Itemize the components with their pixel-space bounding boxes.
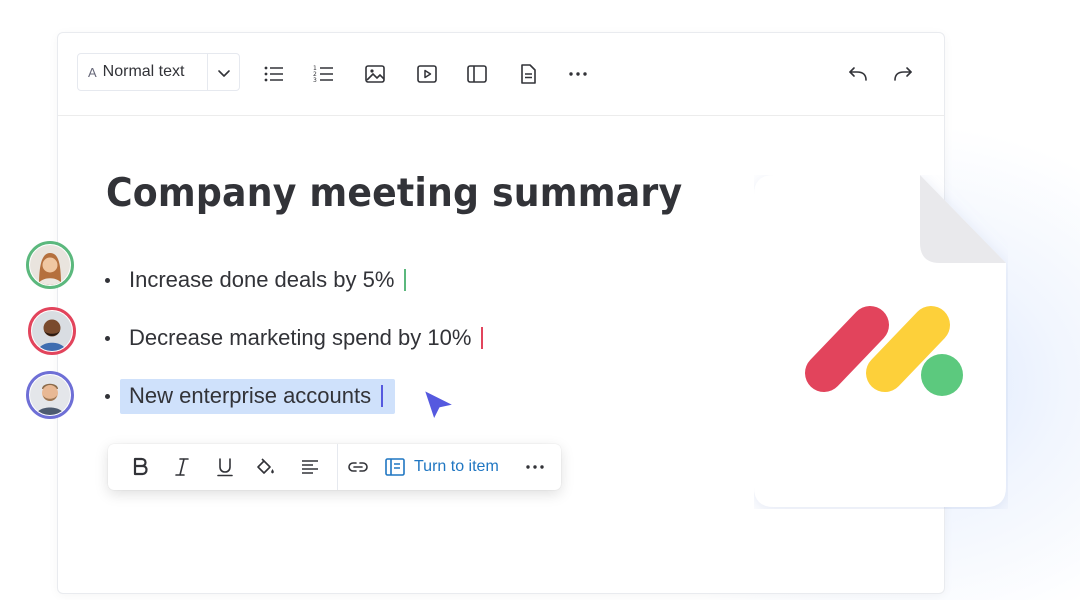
- collaborator-cursor: [481, 327, 484, 349]
- text-style-icon: A: [88, 64, 97, 80]
- numbered-list-icon[interactable]: 123: [312, 62, 336, 86]
- underline-icon[interactable]: [213, 455, 237, 479]
- list-item[interactable]: New enterprise accounts: [105, 376, 396, 416]
- avatar[interactable]: [26, 241, 74, 289]
- more-icon[interactable]: [566, 62, 590, 86]
- bold-icon[interactable]: [128, 455, 152, 479]
- bulleted-list-icon[interactable]: [262, 62, 286, 86]
- turn-to-item-label: Turn to item: [414, 458, 499, 475]
- redo-icon[interactable]: [891, 62, 915, 86]
- list-item[interactable]: Increase done deals by 5%: [105, 260, 407, 300]
- bullet-text: Decrease marketing spend by 10%: [129, 325, 472, 350]
- avatar-man-icon: [32, 311, 72, 351]
- bullet-dot: [105, 393, 110, 399]
- image-icon[interactable]: [363, 62, 387, 86]
- avatar[interactable]: [28, 307, 76, 355]
- selected-text[interactable]: New enterprise accounts: [120, 378, 396, 414]
- chevron-down-icon[interactable]: [214, 63, 234, 83]
- editor-toolbar: A Normal text 123: [58, 33, 944, 116]
- svg-text:3: 3: [313, 77, 317, 84]
- undo-icon[interactable]: [846, 62, 870, 86]
- dropdown-divider: [207, 54, 208, 90]
- list-item[interactable]: Decrease marketing spend by 10%: [105, 318, 484, 358]
- link-icon[interactable]: [346, 455, 370, 479]
- bullet-text: New enterprise accounts: [129, 382, 372, 408]
- monday-file-icon: [754, 175, 1006, 507]
- layout-icon[interactable]: [465, 62, 489, 86]
- more-options-icon[interactable]: [523, 455, 547, 479]
- bullet-text: Increase done deals by 5%: [129, 267, 395, 292]
- avatar-man-beard-icon: [30, 375, 70, 415]
- document-icon[interactable]: [516, 62, 540, 86]
- document-title[interactable]: Company meeting summary: [106, 171, 682, 216]
- item-icon: [385, 458, 405, 476]
- collaborator-cursor: [381, 384, 384, 407]
- italic-icon[interactable]: [170, 455, 194, 479]
- format-toolbar: Turn to item: [108, 444, 561, 490]
- text-color-icon[interactable]: [253, 455, 277, 479]
- align-icon[interactable]: [298, 455, 322, 479]
- video-icon[interactable]: [415, 62, 439, 86]
- text-style-value: Normal text: [102, 63, 185, 80]
- turn-to-item-button[interactable]: Turn to item: [384, 455, 499, 479]
- bullet-dot: [105, 335, 110, 341]
- mouse-pointer-icon: [423, 389, 455, 421]
- bullet-dot: [105, 277, 110, 283]
- avatar[interactable]: [26, 371, 74, 419]
- toolbar-divider: [337, 444, 338, 490]
- collaborator-cursor: [404, 269, 407, 291]
- avatar-woman-icon: [30, 245, 70, 285]
- text-style-dropdown[interactable]: A Normal text: [77, 53, 240, 91]
